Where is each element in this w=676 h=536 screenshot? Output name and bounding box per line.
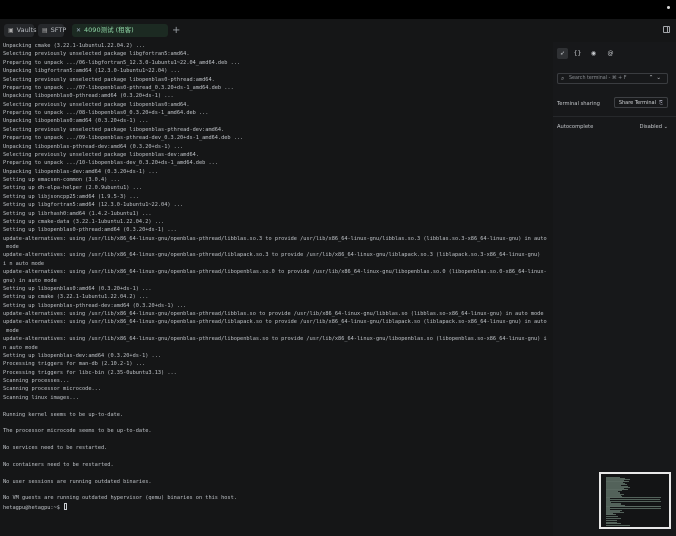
close-icon[interactable]: ✕ xyxy=(76,24,81,37)
terminal-line: Setting up libopenblas-dev:amd64 (0.3.20… xyxy=(3,352,162,359)
plus-icon[interactable]: + xyxy=(172,24,180,37)
terminal-line: Setting up cmake (3.22.1-1ubuntu1.22.04.… xyxy=(3,294,149,301)
terminal-line: Setting up libopenblas-pthread-dev:amd64… xyxy=(3,302,187,309)
share-terminal-button[interactable]: Share Terminal ⎘ xyxy=(613,97,668,108)
terminal-line: Preparing to unpack .../06-libgfortran5_… xyxy=(3,59,241,66)
terminal-line: Selecting previously unselected package … xyxy=(3,126,225,133)
terminal-line: Selecting previously unselected package … xyxy=(3,51,190,58)
autocomplete-value: Disabled xyxy=(639,124,662,130)
terminal-line: i n auto mode xyxy=(3,260,45,267)
vault-icon: ▣ xyxy=(8,27,14,34)
terminal-output[interactable]: Unpacking cmake (3.22.1-1ubuntu1.22.04.2… xyxy=(3,42,551,532)
autocomplete-row: Autocomplete Disabled ⌄ xyxy=(557,122,668,132)
search-input[interactable]: ⌕ Search terminal - ⌘ + F ⌃⌄ xyxy=(557,73,668,84)
terminal-line: Selecting previously unselected package … xyxy=(3,151,199,158)
terminal-line: Scanning linux images... xyxy=(3,394,79,401)
terminal-sharing-label: Terminal sharing xyxy=(557,101,600,107)
terminal-line: Unpacking libopenblas0:amd64 (0.3.20+ds-… xyxy=(3,118,149,125)
chevron-down-icon: ⌄ xyxy=(662,124,668,130)
terminal-line: No containers need to be restarted. xyxy=(3,461,114,468)
search-icon: ⌕ xyxy=(561,75,565,82)
terminal-line: update-alternatives: using /usr/lib/x86_… xyxy=(3,319,547,326)
tab-sftp-label: SFTP xyxy=(50,26,67,34)
terminal-line: Unpacking libopenblas0-pthread:amd64 (0.… xyxy=(3,93,174,100)
search-placeholder: Search terminal - ⌘ + F xyxy=(569,76,627,81)
share-terminal-label: Share Terminal xyxy=(618,100,656,106)
terminal-line: Scanning processes... xyxy=(3,378,70,384)
terminal-line: Setting up libopenblas0-pthread:amd64 (0… xyxy=(3,227,177,234)
terminal-line: Running kernel seems to be up-to-date. xyxy=(3,411,124,418)
terminal-line: update-alternatives: using /usr/lib/x86_… xyxy=(3,235,547,242)
terminal-line: update-alternatives: using /usr/lib/x86_… xyxy=(3,336,547,343)
terminal-line: Selecting previously unselected package … xyxy=(3,101,190,108)
terminal-lines: Unpacking cmake (3.22.1-1ubuntu1.22.04.2… xyxy=(3,42,551,503)
terminal-line: mode xyxy=(3,327,19,334)
terminal-line: Unpacking libopenblas-pthread-dev:amd64 … xyxy=(3,143,184,150)
terminal-line: Processing triggers for man-db (2.10.2-1… xyxy=(3,361,146,368)
terminal-line: Preparing to unpack .../07-libopenblas0-… xyxy=(3,84,234,91)
terminal-line: Setting up cmake-data (3.22.1-1ubuntu1.2… xyxy=(3,218,165,225)
share-icon: ⎘ xyxy=(658,100,663,106)
terminal-line: Scanning processor microcode... xyxy=(3,386,101,393)
at-icon[interactable]: @ xyxy=(605,48,616,59)
terminal-line: update-alternatives: using /usr/lib/x86_… xyxy=(3,311,544,317)
autocomplete-label: Autocomplete xyxy=(557,124,594,130)
terminal-sharing-row: Terminal sharing Share Terminal ⎘ xyxy=(557,97,668,109)
folder-icon: ▤ xyxy=(42,27,48,34)
window-top-bar xyxy=(0,0,676,19)
tab-bar: ▣ Vaults ▤ SFTP ✕ 4090测试 (租客) + xyxy=(0,19,676,42)
terminal-line: mode xyxy=(3,244,19,250)
status-dot xyxy=(667,6,670,9)
minimap-line xyxy=(606,525,630,527)
code-icon[interactable]: {} xyxy=(572,48,583,59)
terminal-prompt: hetagpu@hetagpu:~$ xyxy=(3,504,64,511)
divider xyxy=(553,116,676,117)
tab-sftp[interactable]: ▤ SFTP xyxy=(38,24,67,37)
terminal-line: Preparing to unpack .../08-libopenblas0_… xyxy=(3,110,209,116)
palette-icon[interactable]: ◉ xyxy=(588,48,599,59)
terminal-line: gnu) in auto mode xyxy=(3,277,57,284)
chevron-down-icon[interactable]: ⌄ xyxy=(656,75,664,81)
terminal-line: Unpacking libgfortran5:amd64 (12.3.0-1ub… xyxy=(3,68,181,75)
terminal-line: Preparing to unpack .../10-libopenblas-d… xyxy=(3,160,218,167)
terminal-prompt-line[interactable]: hetagpu@hetagpu:~$ xyxy=(3,502,551,511)
pin-icon[interactable]: ➶ xyxy=(557,48,568,59)
terminal-line: No services need to be restarted. xyxy=(3,445,108,451)
terminal-line: Selecting previously unselected package … xyxy=(3,76,215,83)
terminal-line: No user sessions are running outdated bi… xyxy=(3,478,152,485)
panel-toggle-icon[interactable] xyxy=(663,26,670,33)
terminal-line: Unpacking cmake (3.22.1-1ubuntu1.22.04.2… xyxy=(3,43,146,49)
terminal-line: update-alternatives: using /usr/lib/x86_… xyxy=(3,269,547,276)
terminal-line: Setting up emacsen-common (3.0.4) ... xyxy=(3,177,120,183)
terminal-line: The processor microcode seems to be up-t… xyxy=(3,428,152,435)
terminal-line: Unpacking libopenblas-dev:amd64 (0.3.20+… xyxy=(3,168,158,175)
search-nav[interactable]: ⌃⌄ xyxy=(649,74,664,83)
side-panel: ➶ {} ◉ @ ⌕ Search terminal - ⌘ + F ⌃⌄ Te… xyxy=(553,42,676,536)
tab-vaults[interactable]: ▣ Vaults xyxy=(4,24,37,37)
terminal-line: Setting up libjsoncpp25:amd64 (1.9.5-3) … xyxy=(3,193,139,200)
terminal-line: Setting up libgfortran5:amd64 (12.3.0-1u… xyxy=(3,202,184,209)
terminal-minimap[interactable] xyxy=(599,472,671,529)
terminal-line: No VM guests are running outdated hyperv… xyxy=(3,495,237,502)
tab-vaults-label: Vaults xyxy=(16,26,37,34)
terminal-line: Setting up libopenblas0:amd64 (0.3.20+ds… xyxy=(3,285,152,292)
terminal-line: n auto mode xyxy=(3,344,38,351)
terminal-line: Processing triggers for libc-bin (2.35-0… xyxy=(3,369,177,376)
terminal-line: Setting up dh-elpa-helper (2.0.9ubuntu1)… xyxy=(3,185,143,192)
terminal-cursor xyxy=(64,502,68,510)
tab-terminal-active[interactable]: ✕ 4090测试 (租客) xyxy=(72,24,168,37)
terminal-line: Setting up librhash0:amd64 (1.4.2-1ubunt… xyxy=(3,210,152,217)
tab-terminal-label: 4090测试 (租客) xyxy=(84,26,134,34)
autocomplete-select[interactable]: Disabled ⌄ xyxy=(639,122,668,132)
terminal-line: update-alternatives: using /usr/lib/x86_… xyxy=(3,252,541,259)
terminal-line: Preparing to unpack .../09-libopenblas-p… xyxy=(3,135,244,142)
